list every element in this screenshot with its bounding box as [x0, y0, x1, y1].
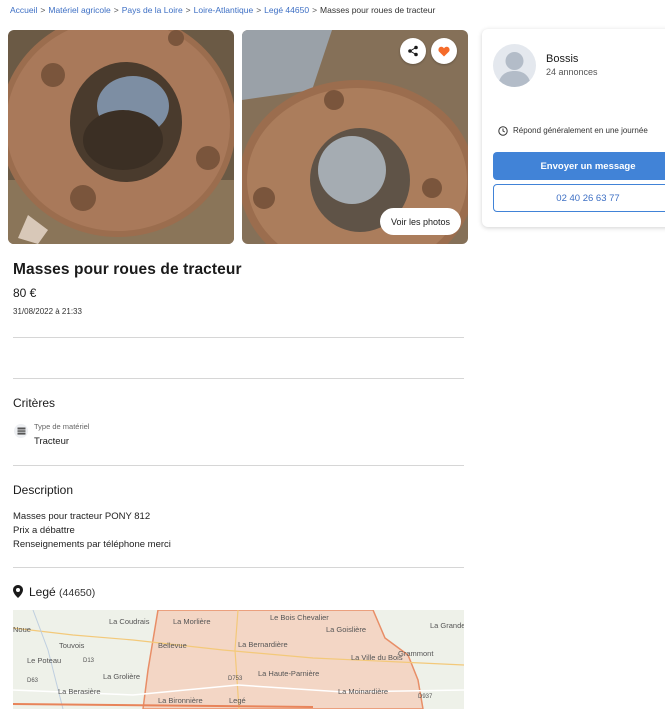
map-label: Touvois	[59, 641, 85, 650]
map-label: La Haute-Parnière	[258, 669, 319, 678]
description-line: Prix a débattre	[13, 525, 75, 536]
map-road-label: D13	[83, 658, 95, 664]
description-text: Masses pour tracteur PONY 812 Prix a déb…	[13, 510, 171, 552]
favorite-button[interactable]	[431, 38, 457, 64]
map-road-label: D753	[228, 676, 243, 682]
breadcrumb-link-department[interactable]: Loire-Atlantique	[194, 5, 254, 15]
phone-button[interactable]: 02 40 26 63 77	[493, 184, 665, 212]
seller-card: Bossis 24 annonces Répond généralement e…	[482, 29, 665, 227]
map-label: La Grande Métairie	[430, 621, 464, 630]
share-icon	[408, 45, 418, 57]
breadcrumb-link-home[interactable]: Accueil	[10, 5, 37, 15]
map-label: La Moinardière	[338, 687, 388, 696]
map-label: La Grolière	[103, 672, 140, 681]
avatar[interactable]	[493, 44, 536, 87]
breadcrumb-link-region[interactable]: Pays de la Loire	[122, 5, 183, 15]
map-pin-icon	[13, 585, 23, 598]
breadcrumb-current: Masses pour roues de tracteur	[320, 5, 436, 15]
map-label: La Bernardière	[238, 640, 288, 649]
criteria-heading: Critères	[13, 396, 56, 410]
map-road-label: D937	[418, 694, 433, 700]
ad-date: 31/08/2022 à 21:33	[13, 307, 82, 316]
seller-name[interactable]: Bossis	[546, 53, 578, 65]
photo-secondary[interactable]: Voir les photos	[242, 30, 468, 244]
breadcrumb-link-category[interactable]: Matériel agricole	[48, 5, 110, 15]
description-line: Renseignements par téléphone merci	[13, 539, 171, 550]
seller-ad-count[interactable]: 24 annonces	[546, 67, 598, 77]
photo-main[interactable]	[8, 30, 234, 244]
location-map[interactable]: Noue La Coudrais La Morlière Le Bois Che…	[13, 610, 464, 709]
map-label: La Morlière	[173, 617, 211, 626]
ad-title: Masses pour roues de tracteur	[13, 261, 242, 278]
map-label: La Bironnière	[158, 696, 203, 705]
divider	[13, 378, 464, 379]
heart-icon	[438, 46, 450, 56]
equipment-icon	[14, 424, 28, 438]
divider	[13, 465, 464, 466]
map-label: Le Bois Chevalier	[270, 613, 329, 622]
map-road-label: D63	[27, 678, 39, 684]
location-zip: (44650)	[59, 587, 96, 599]
criteria-value: Tracteur	[34, 436, 70, 447]
see-photos-button[interactable]: Voir les photos	[380, 208, 462, 235]
location-city: Legé	[29, 585, 56, 599]
send-message-button[interactable]: Envoyer un message	[493, 152, 665, 180]
description-line: Masses pour tracteur PONY 812	[13, 511, 151, 522]
reply-time: Répond généralement en une journée	[513, 126, 648, 135]
clock-icon	[498, 126, 508, 136]
map-label: La Goislière	[326, 625, 366, 634]
location-label: Legé (44650)	[29, 585, 95, 599]
map-label: La Coudrais	[109, 617, 150, 626]
description-heading: Description	[13, 483, 74, 497]
criteria-label: Type de matériel	[34, 422, 90, 431]
map-label: Noue	[13, 625, 31, 634]
map-label: La Ville du Bois	[351, 653, 403, 662]
divider	[13, 567, 464, 568]
share-button[interactable]	[400, 38, 426, 64]
map-label: Legé	[229, 696, 246, 705]
breadcrumb-link-city[interactable]: Legé 44650	[264, 5, 309, 15]
ad-price: 80 €	[13, 286, 37, 300]
map-label: Le Poteau	[27, 656, 61, 665]
breadcrumb: Accueil > Matériel agricole > Pays de la Loi…	[10, 5, 436, 15]
map-label: La Berasière	[58, 687, 101, 696]
divider	[13, 337, 464, 338]
map-label: Grammont	[398, 649, 434, 658]
map-label: Bellevue	[158, 641, 187, 650]
